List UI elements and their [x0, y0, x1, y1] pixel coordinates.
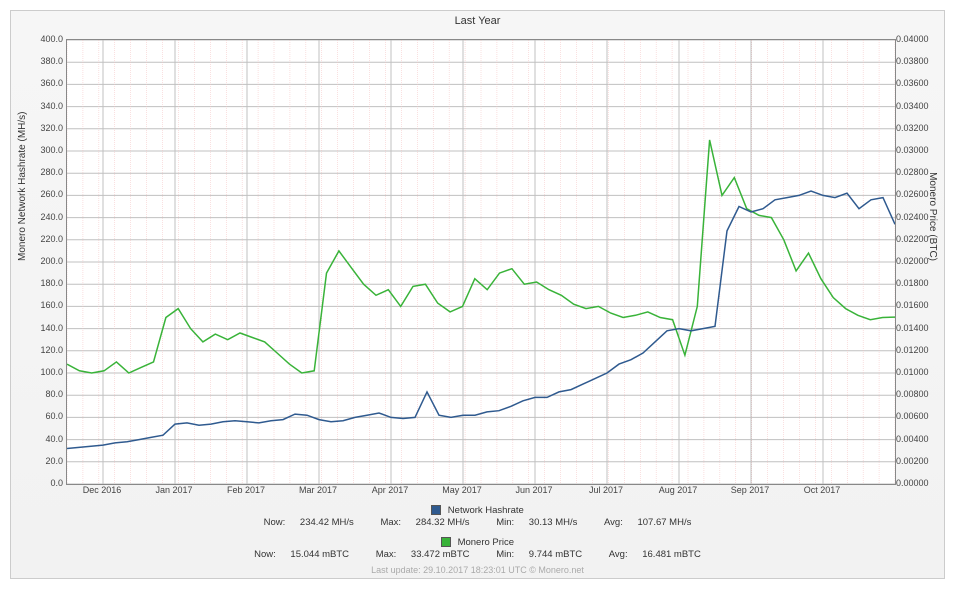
- grid: [67, 40, 895, 484]
- swatch-blue-icon: [431, 505, 441, 515]
- legend-price-name: Monero Price: [458, 537, 515, 548]
- legend-hashrate-stats: Now: 234.42 MH/s Max: 284.32 MH/s Min: 3…: [11, 517, 944, 528]
- y-right-ticks: 0.000000.002000.004000.006000.008000.010…: [896, 39, 936, 483]
- x-ticks: Dec 2016Jan 2017Feb 2017Mar 2017Apr 2017…: [66, 485, 894, 499]
- legend-hashrate: Network Hashrate Now: 234.42 MH/s Max: 2…: [11, 505, 944, 528]
- swatch-green-icon: [441, 537, 451, 547]
- legend-hashrate-name: Network Hashrate: [448, 505, 524, 516]
- legend-price: Monero Price Now: 15.044 mBTC Max: 33.47…: [11, 537, 944, 560]
- y-left-ticks: 0.020.040.060.080.0100.0120.0140.0160.01…: [31, 39, 63, 483]
- chart-container: Last Year Monero Network Hashrate (MH/s)…: [10, 10, 945, 579]
- y-left-axis-label: Monero Network Hashrate (MH/s): [17, 112, 28, 261]
- chart-title: Last Year: [11, 11, 944, 27]
- legend-price-stats: Now: 15.044 mBTC Max: 33.472 mBTC Min: 9…: [11, 549, 944, 560]
- plot-area: [66, 39, 896, 485]
- footer-text: Last update: 29.10.2017 18:23:01 UTC © M…: [11, 565, 944, 575]
